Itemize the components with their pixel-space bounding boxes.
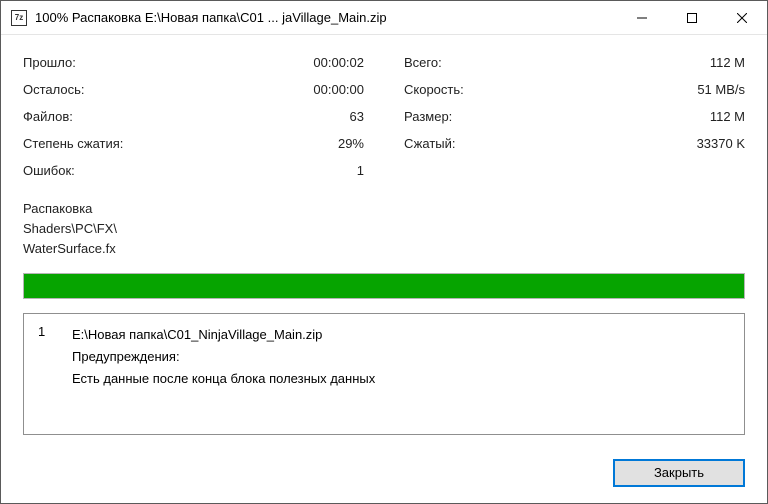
stat-label: Скорость:	[404, 80, 464, 100]
stat-speed: Скорость: 51 MB/s	[404, 80, 745, 100]
stat-files: Файлов: 63	[23, 107, 364, 127]
close-button[interactable]: Закрыть	[613, 459, 745, 487]
stat-label: Размер:	[404, 107, 452, 127]
message-body: E:\Новая папка\C01_NinjaVillage_Main.zip…	[72, 324, 730, 390]
message-warning-header: Предупреждения:	[72, 346, 730, 368]
minimize-button[interactable]	[617, 1, 667, 34]
stat-total: Всего: 112 M	[404, 53, 745, 73]
stat-label: Степень сжатия:	[23, 134, 123, 154]
operation-block: Распаковка Shaders\PC\FX\ WaterSurface.f…	[23, 199, 745, 259]
stat-value: 00:00:00	[313, 80, 364, 100]
stat-label: Файлов:	[23, 107, 73, 127]
stat-value: 29%	[338, 134, 364, 154]
stat-remaining: Осталось: 00:00:00	[23, 80, 364, 100]
stat-compression-ratio: Степень сжатия: 29%	[23, 134, 364, 154]
stat-elapsed: Прошло: 00:00:02	[23, 53, 364, 73]
message-warning-text: Есть данные после конца блока полезных д…	[72, 368, 730, 390]
stat-value: 63	[350, 107, 364, 127]
close-window-button[interactable]	[717, 1, 767, 34]
footer: Закрыть	[1, 445, 767, 503]
message-box: 1 E:\Новая папка\C01_NinjaVillage_Main.z…	[23, 313, 745, 435]
stat-value: 51 MB/s	[697, 80, 745, 100]
stats-left-column: Прошло: 00:00:02 Осталось: 00:00:00 Файл…	[23, 53, 364, 181]
maximize-button[interactable]	[667, 1, 717, 34]
stat-size: Размер: 112 M	[404, 107, 745, 127]
operation-file: WaterSurface.fx	[23, 239, 745, 259]
stat-compressed: Сжатый: 33370 K	[404, 134, 745, 154]
stat-value: 112 M	[710, 53, 745, 73]
operation-title: Распаковка	[23, 199, 745, 219]
message-row: 1 E:\Новая папка\C01_NinjaVillage_Main.z…	[38, 324, 730, 390]
window-controls	[617, 1, 767, 34]
dialog-window: 7z 100% Распаковка E:\Новая папка\C01 ..…	[0, 0, 768, 504]
content-area: Прошло: 00:00:02 Осталось: 00:00:00 Файл…	[1, 35, 767, 445]
titlebar: 7z 100% Распаковка E:\Новая папка\C01 ..…	[1, 1, 767, 35]
stat-value: 00:00:02	[313, 53, 364, 73]
stat-value: 112 M	[710, 107, 745, 127]
message-file: E:\Новая папка\C01_NinjaVillage_Main.zip	[72, 324, 730, 346]
operation-path: Shaders\PC\FX\	[23, 219, 745, 239]
app-icon: 7z	[11, 10, 27, 26]
stat-label: Ошибок:	[23, 161, 75, 181]
minimize-icon	[637, 13, 647, 23]
stat-label: Осталось:	[23, 80, 85, 100]
close-icon	[737, 13, 747, 23]
stats-right-column: Всего: 112 M Скорость: 51 MB/s Размер: 1…	[404, 53, 745, 181]
stat-label: Всего:	[404, 53, 442, 73]
maximize-icon	[687, 13, 697, 23]
stats-panel: Прошло: 00:00:02 Осталось: 00:00:00 Файл…	[23, 53, 745, 181]
stat-value: 33370 K	[697, 134, 745, 154]
window-title: 100% Распаковка E:\Новая папка\C01 ... j…	[35, 10, 617, 25]
stat-label: Прошло:	[23, 53, 76, 73]
stat-errors: Ошибок: 1	[23, 161, 364, 181]
progress-bar	[23, 273, 745, 299]
message-index: 1	[38, 324, 52, 390]
stat-value: 1	[357, 161, 364, 181]
stat-label: Сжатый:	[404, 134, 456, 154]
